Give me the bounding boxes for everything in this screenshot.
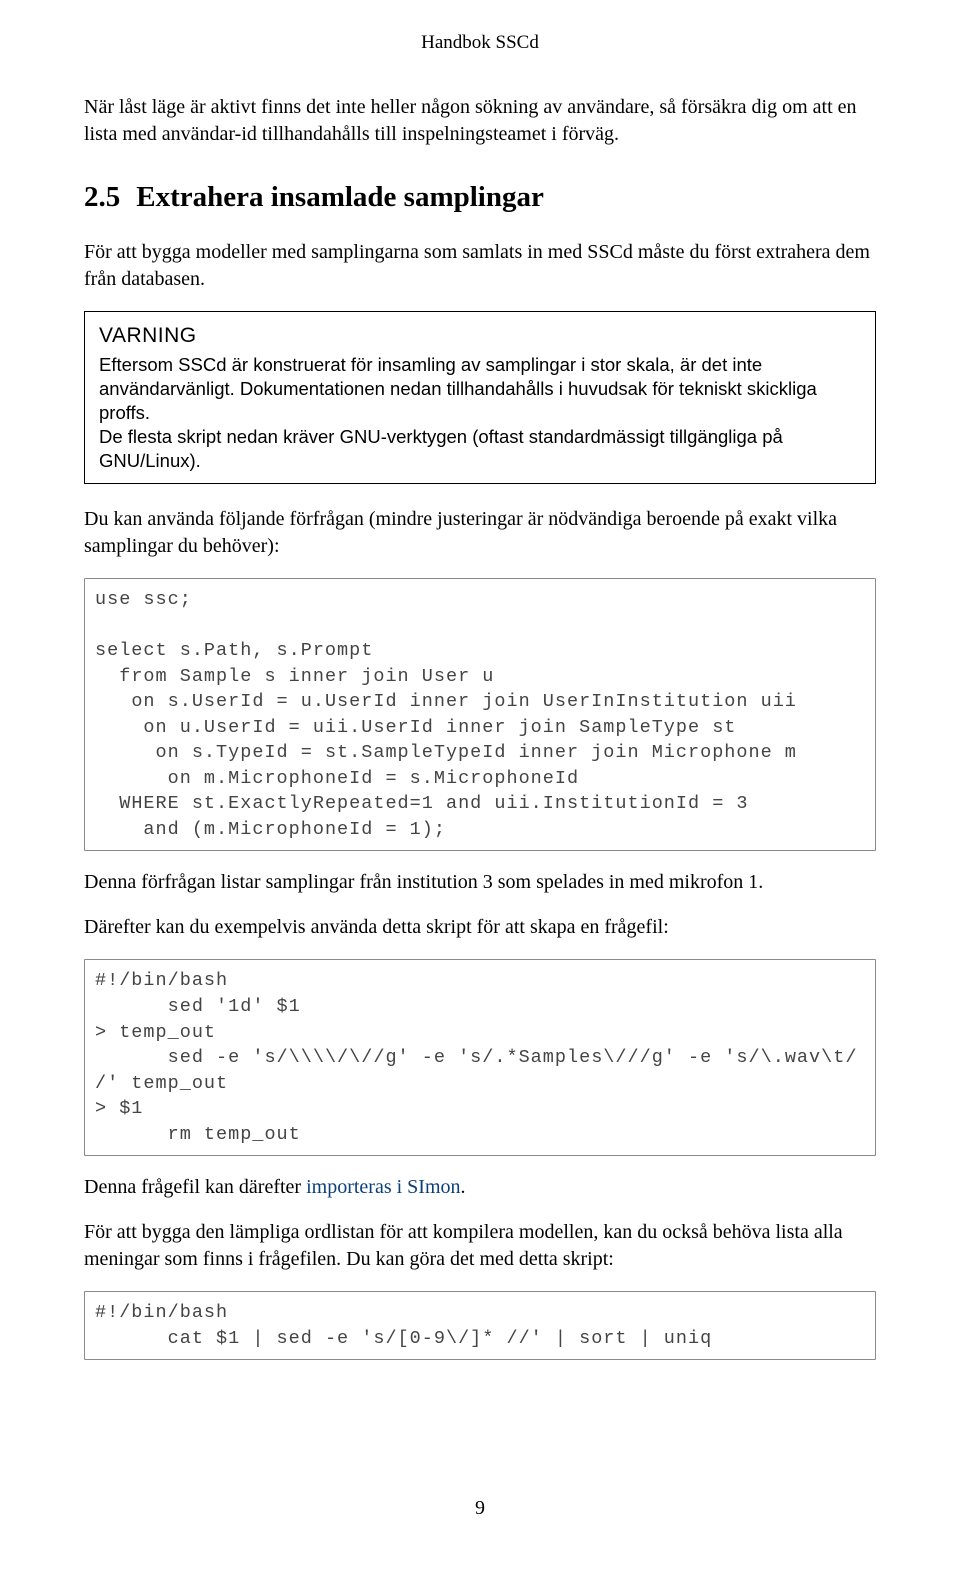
paragraph: För att bygga modeller med samplingarna … bbox=[84, 239, 876, 293]
paragraph: Du kan använda följande förfrågan (mindr… bbox=[84, 506, 876, 560]
section-heading: 2.5 Extrahera insamlade samplingar bbox=[84, 178, 876, 217]
text: . bbox=[461, 1176, 466, 1198]
link-simon[interactable]: importeras i SImon bbox=[306, 1176, 460, 1198]
code-block-bash: #!/bin/bash cat $1 | sed -e 's/[0-9\/]* … bbox=[84, 1291, 876, 1360]
paragraph: För att bygga den lämpliga ordlistan för… bbox=[84, 1219, 876, 1273]
page-number: 9 bbox=[0, 1495, 960, 1522]
running-header: Handbok SSCd bbox=[84, 30, 876, 56]
paragraph: Därefter kan du exempelvis använda detta… bbox=[84, 914, 876, 941]
warning-body: Eftersom SSCd är konstruerat för insamli… bbox=[99, 353, 861, 473]
text: Denna frågefil kan därefter bbox=[84, 1176, 306, 1198]
paragraph: Denna förfrågan listar samplingar från i… bbox=[84, 869, 876, 896]
code-block-sql: use ssc; select s.Path, s.Prompt from Sa… bbox=[84, 578, 876, 851]
section-number: 2.5 bbox=[84, 178, 120, 217]
paragraph: När låst läge är aktivt finns det inte h… bbox=[84, 94, 876, 148]
code-block-bash: #!/bin/bash sed '1d' $1 > temp_out sed -… bbox=[84, 959, 876, 1156]
warning-title: VARNING bbox=[99, 322, 861, 349]
section-title: Extrahera insamlade samplingar bbox=[136, 178, 544, 217]
paragraph: Denna frågefil kan därefter importeras i… bbox=[84, 1174, 876, 1201]
warning-box: VARNING Eftersom SSCd är konstruerat för… bbox=[84, 311, 876, 485]
